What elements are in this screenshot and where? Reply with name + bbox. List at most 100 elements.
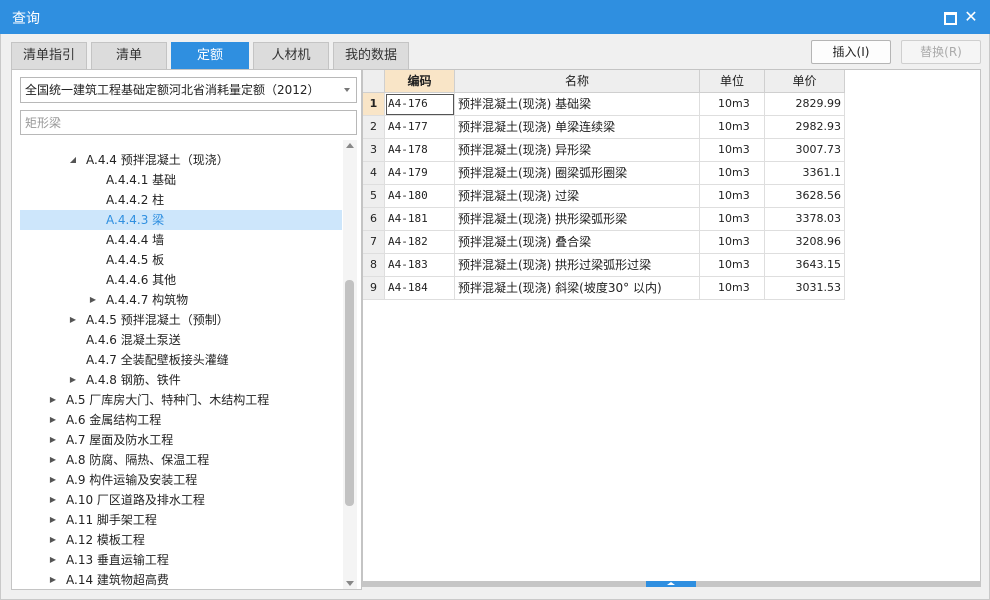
price-cell[interactable]: 3208.96 bbox=[765, 231, 845, 254]
price-cell[interactable]: 3031.53 bbox=[765, 277, 845, 300]
row-number: 7 bbox=[363, 231, 385, 254]
collapsed-triangle-icon[interactable]: ▶ bbox=[68, 310, 78, 330]
tree-node[interactable]: ▶ A.13 垂直运输工程 bbox=[20, 550, 342, 570]
collapsed-triangle-icon[interactable]: ▶ bbox=[48, 550, 58, 570]
tab-quota[interactable]: 定额 bbox=[171, 42, 249, 69]
tree-node-label: A.4.4.2 柱 bbox=[106, 193, 165, 207]
price-cell[interactable]: 3628.56 bbox=[765, 185, 845, 208]
scroll-up-icon[interactable] bbox=[346, 143, 354, 148]
tree-node[interactable]: ◢ A.4.4 预拌混凝土（现浇） bbox=[20, 150, 342, 170]
collapsed-triangle-icon[interactable]: ▶ bbox=[88, 290, 98, 310]
tree-node[interactable]: A.4.4.2 柱 bbox=[20, 190, 342, 210]
code-cell[interactable]: A4-182 bbox=[385, 231, 455, 254]
name-cell[interactable]: 预拌混凝土(现浇) 过梁 bbox=[455, 185, 700, 208]
collapsed-triangle-icon[interactable]: ▶ bbox=[48, 510, 58, 530]
tree-node[interactable]: A.4.6 混凝土泵送 bbox=[20, 330, 342, 350]
tree-node[interactable]: ▶ A.6 金属结构工程 bbox=[20, 410, 342, 430]
scroll-down-icon[interactable] bbox=[346, 581, 354, 586]
tree-node[interactable]: A.4.4.5 板 bbox=[20, 250, 342, 270]
code-cell[interactable]: A4-181 bbox=[385, 208, 455, 231]
tree-node[interactable]: A.4.4.4 墙 bbox=[20, 230, 342, 250]
name-cell[interactable]: 预拌混凝土(现浇) 叠合梁 bbox=[455, 231, 700, 254]
code-column-header[interactable]: 编码 bbox=[385, 70, 455, 93]
unit-column-header[interactable]: 单位 bbox=[700, 70, 765, 93]
tree-node[interactable]: A.4.4.6 其他 bbox=[20, 270, 342, 290]
maximize-icon[interactable] bbox=[940, 8, 958, 26]
collapsed-triangle-icon[interactable]: ▶ bbox=[68, 370, 78, 390]
replace-button[interactable]: 替换(R) bbox=[901, 40, 981, 64]
tree-node[interactable]: ▶ A.4.8 钢筋、铁件 bbox=[20, 370, 342, 390]
name-cell[interactable]: 预拌混凝土(现浇) 圈梁弧形圈梁 bbox=[455, 162, 700, 185]
collapsed-triangle-icon[interactable]: ▶ bbox=[48, 410, 58, 430]
unit-cell[interactable]: 10m3 bbox=[700, 254, 765, 277]
unit-cell[interactable]: 10m3 bbox=[700, 185, 765, 208]
price-column-header[interactable]: 单价 bbox=[765, 70, 845, 93]
search-input[interactable] bbox=[20, 110, 357, 135]
collapsed-triangle-icon[interactable]: ▶ bbox=[48, 430, 58, 450]
unit-cell[interactable]: 10m3 bbox=[700, 277, 765, 300]
tab-my-data[interactable]: 我的数据 bbox=[333, 42, 409, 69]
price-cell[interactable]: 3643.15 bbox=[765, 254, 845, 277]
tree-node[interactable]: ▶ A.4.4.7 构筑物 bbox=[20, 290, 342, 310]
price-cell[interactable]: 2982.93 bbox=[765, 116, 845, 139]
unit-cell[interactable]: 10m3 bbox=[700, 93, 765, 116]
unit-cell[interactable]: 10m3 bbox=[700, 162, 765, 185]
price-cell[interactable]: 3378.03 bbox=[765, 208, 845, 231]
collapsed-triangle-icon[interactable]: ▶ bbox=[48, 530, 58, 550]
code-cell[interactable]: A4-177 bbox=[385, 116, 455, 139]
name-cell[interactable]: 预拌混凝土(现浇) 异形梁 bbox=[455, 139, 700, 162]
price-cell[interactable]: 3361.1 bbox=[765, 162, 845, 185]
name-column-header[interactable]: 名称 bbox=[455, 70, 700, 93]
code-cell[interactable]: A4-184 bbox=[385, 277, 455, 300]
unit-cell[interactable]: 10m3 bbox=[700, 231, 765, 254]
tree-node[interactable]: ▶ A.12 模板工程 bbox=[20, 530, 342, 550]
collapsed-triangle-icon[interactable]: ▶ bbox=[48, 450, 58, 470]
tree-node-label: A.10 厂区道路及排水工程 bbox=[66, 493, 205, 507]
tree-node-label: A.4.4.6 其他 bbox=[106, 273, 177, 287]
name-cell[interactable]: 预拌混凝土(现浇) 拱形过梁弧形过梁 bbox=[455, 254, 700, 277]
close-icon[interactable]: ✕ bbox=[962, 8, 980, 26]
name-cell[interactable]: 预拌混凝土(现浇) 单梁连续梁 bbox=[455, 116, 700, 139]
code-cell[interactable]: A4-179 bbox=[385, 162, 455, 185]
unit-cell[interactable]: 10m3 bbox=[700, 139, 765, 162]
tab-labor-material-machine[interactable]: 人材机 bbox=[253, 42, 329, 69]
code-cell[interactable]: A4-183 bbox=[385, 254, 455, 277]
tree-node[interactable]: ▶ A.4.5 预拌混凝土（预制） bbox=[20, 310, 342, 330]
tree-node[interactable]: ▶ A.10 厂区道路及排水工程 bbox=[20, 490, 342, 510]
expanded-triangle-icon[interactable]: ◢ bbox=[68, 150, 78, 170]
tree-node[interactable]: ▶ A.11 脚手架工程 bbox=[20, 510, 342, 530]
name-cell[interactable]: 预拌混凝土(现浇) 基础梁 bbox=[455, 93, 700, 116]
library-select[interactable]: 全国统一建筑工程基础定额河北省消耗量定额（2012） bbox=[20, 77, 357, 103]
code-cell[interactable]: A4-178 bbox=[385, 139, 455, 162]
tree-scrollbar[interactable] bbox=[343, 140, 357, 589]
row-number-header[interactable] bbox=[363, 70, 385, 93]
tree-node[interactable]: ▶ A.9 构件运输及安装工程 bbox=[20, 470, 342, 490]
name-cell[interactable]: 预拌混凝土(现浇) 拱形梁弧形梁 bbox=[455, 208, 700, 231]
collapsed-triangle-icon[interactable]: ▶ bbox=[48, 570, 58, 589]
price-cell[interactable]: 3007.73 bbox=[765, 139, 845, 162]
insert-button[interactable]: 插入(I) bbox=[811, 40, 891, 64]
code-cell[interactable]: A4-180 bbox=[385, 185, 455, 208]
splitter-handle-up-icon[interactable] bbox=[646, 581, 696, 587]
tree-node[interactable]: ▶ A.5 厂库房大门、特种门、木结构工程 bbox=[20, 390, 342, 410]
tree-node[interactable]: A.4.7 全装配壁板接头灌缝 bbox=[20, 350, 342, 370]
code-cell[interactable]: A4-176 bbox=[385, 93, 455, 116]
tree-node[interactable]: ▶ A.8 防腐、隔热、保温工程 bbox=[20, 450, 342, 470]
tree-node[interactable]: A.4.4.3 梁 bbox=[20, 210, 342, 230]
name-cell[interactable]: 预拌混凝土(现浇) 斜梁(坡度30° 以内) bbox=[455, 277, 700, 300]
tab-bill-guide[interactable]: 清单指引 bbox=[11, 42, 87, 69]
tree-node[interactable]: ▶ A.7 屋面及防水工程 bbox=[20, 430, 342, 450]
tree-node-label: A.4.5 预拌混凝土（预制） bbox=[86, 313, 229, 327]
price-cell[interactable]: 2829.99 bbox=[765, 93, 845, 116]
tree-node[interactable]: ▶ A.14 建筑物超高费 bbox=[20, 570, 342, 589]
scrollbar-thumb[interactable] bbox=[345, 280, 354, 506]
tab-bill[interactable]: 清单 bbox=[91, 42, 167, 69]
collapsed-triangle-icon[interactable]: ▶ bbox=[48, 490, 58, 510]
collapsed-triangle-icon[interactable]: ▶ bbox=[48, 390, 58, 410]
unit-cell[interactable]: 10m3 bbox=[700, 116, 765, 139]
unit-cell[interactable]: 10m3 bbox=[700, 208, 765, 231]
tree-node[interactable]: A.4.4.1 基础 bbox=[20, 170, 342, 190]
collapsed-triangle-icon[interactable]: ▶ bbox=[48, 470, 58, 490]
panel-splitter[interactable] bbox=[362, 581, 981, 587]
tree-node-label: A.4.7 全装配壁板接头灌缝 bbox=[86, 353, 229, 367]
